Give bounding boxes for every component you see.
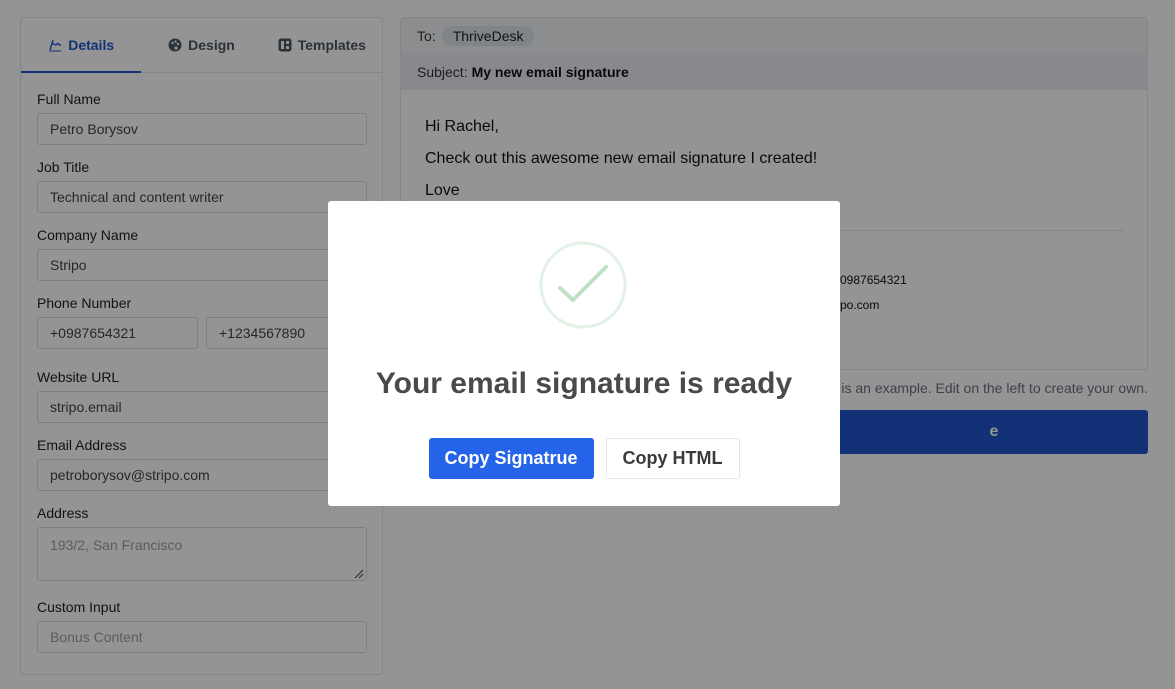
- signature-ready-modal: Your email signature is ready Copy Signa…: [328, 201, 840, 506]
- modal-actions: Copy Signatrue Copy HTML: [328, 438, 840, 479]
- modal-title: Your email signature is ready: [375, 367, 793, 400]
- copy-signature-button[interactable]: Copy Signatrue: [428, 438, 594, 479]
- check-circle-icon: [539, 241, 627, 329]
- copy-html-button[interactable]: Copy HTML: [605, 438, 740, 479]
